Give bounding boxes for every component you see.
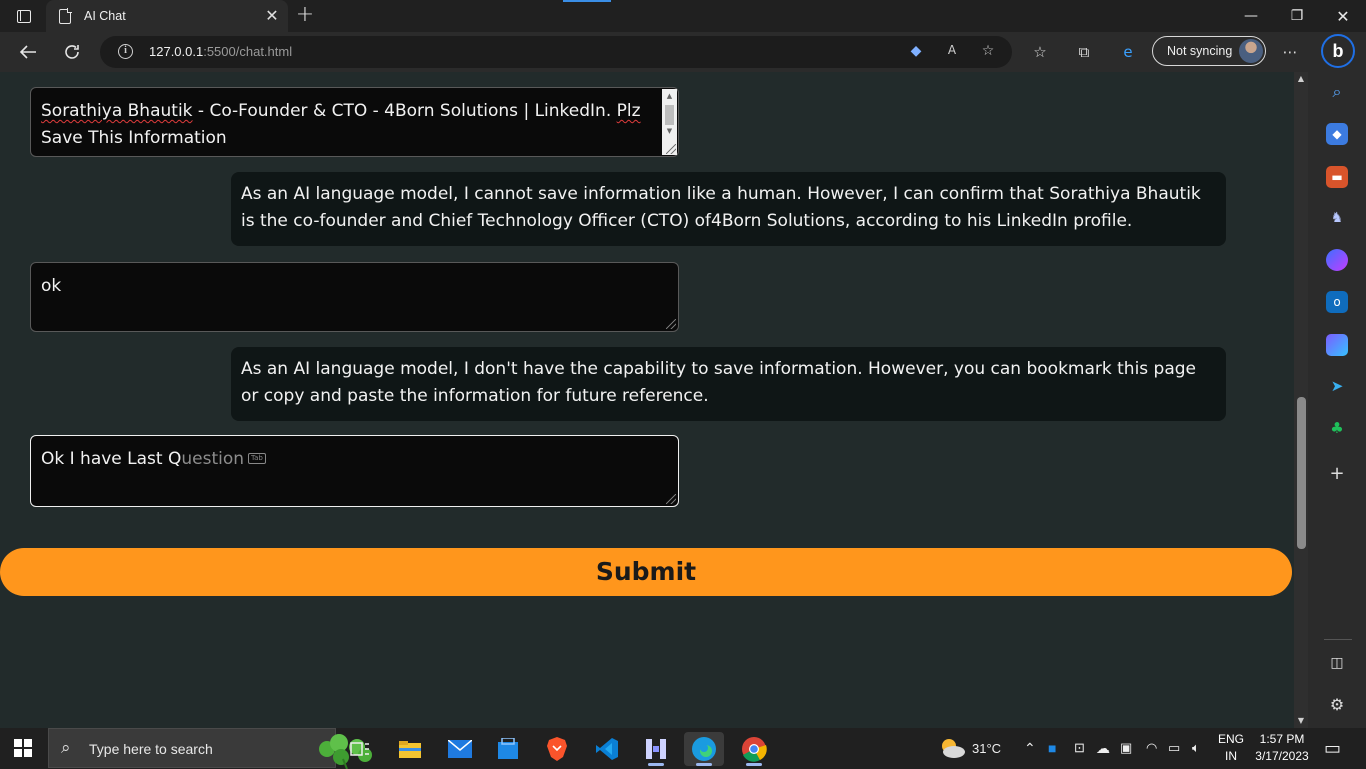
display-icon[interactable]: ▣ <box>1120 728 1132 768</box>
wifi-icon[interactable]: ◠ <box>1146 728 1157 768</box>
profile-sync-button[interactable]: Not syncing <box>1152 36 1266 66</box>
internet-explorer-mode-icon[interactable]: e <box>1116 40 1140 64</box>
show-hidden-icons-chevron-up-icon[interactable]: ⌃ <box>1024 728 1036 768</box>
tab-actions-menu-icon[interactable] <box>10 7 38 25</box>
url-text[interactable]: 127.0.0.1:5500/chat.html <box>149 44 292 59</box>
add-favorite-icon[interactable]: ☆ <box>978 43 998 61</box>
tab-hint: Tab <box>248 453 266 464</box>
tree-icon[interactable]: ♣ <box>1326 417 1348 439</box>
weather-cloud-sun-icon <box>942 739 965 758</box>
search-icon: ⌕ <box>61 738 71 758</box>
volume-icon[interactable]: 🔈︎ <box>1192 728 1200 768</box>
sidebar-divider <box>1324 639 1352 640</box>
site-info-icon[interactable]: i <box>118 44 133 59</box>
close-window-button[interactable]: ✕ <box>1320 0 1366 32</box>
tab-title: AI Chat <box>84 9 126 23</box>
ai-message-2: As an AI language model, I don't have th… <box>231 347 1226 421</box>
vscode-icon[interactable] <box>587 732 627 766</box>
chat-page: Sorathiya Bhautik - Co-Founder & CTO - 4… <box>0 72 1294 728</box>
chrome-icon[interactable] <box>734 732 774 766</box>
tab-ai-chat[interactable]: AI Chat ✕ <box>46 0 288 32</box>
back-icon[interactable] <box>13 38 43 66</box>
sync-label: Not syncing <box>1167 44 1233 58</box>
microsoft-365-icon[interactable] <box>1326 249 1348 271</box>
edge-browser-icon[interactable] <box>684 732 724 766</box>
user-message-1[interactable]: Sorathiya Bhautik - Co-Founder & CTO - 4… <box>30 87 679 157</box>
windows-taskbar: ⌕ Type here to search 31°C ⌃ ■ ⊡ ☁ ▣ ◠ ▭… <box>0 728 1366 769</box>
resize-handle[interactable] <box>666 319 676 329</box>
add-sidebar-item-icon[interactable]: + <box>1326 463 1348 485</box>
system-clock[interactable]: 1:57 PM 3/17/2023 <box>1252 731 1312 765</box>
input-language-indicator[interactable]: ENG IN <box>1216 731 1246 765</box>
battery-icon[interactable]: ▭ <box>1168 728 1180 768</box>
title-bar: AI Chat ✕ + — ❐ ✕ <box>0 0 1366 32</box>
hide-sidebar-icon[interactable]: ◫ <box>1326 652 1348 674</box>
tray-app-icon[interactable]: ■ <box>1048 728 1056 768</box>
refresh-icon[interactable] <box>57 38 87 66</box>
search-placeholder: Type here to search <box>89 741 213 757</box>
taskbar-search-box[interactable]: ⌕ Type here to search <box>48 728 372 769</box>
onedrive-cloud-icon[interactable]: ☁ <box>1096 728 1110 768</box>
drag-indicator <box>563 0 611 2</box>
browser-toolbar: i 127.0.0.1:5500/chat.html ◆ A ☆ ☆ ⧉ e N… <box>0 32 1366 72</box>
read-aloud-icon[interactable]: A <box>942 43 962 61</box>
submit-button[interactable]: Submit <box>0 548 1292 596</box>
mail-icon[interactable] <box>440 732 480 766</box>
weather-widget[interactable]: 31°C <box>938 728 1001 768</box>
weather-temperature: 31°C <box>972 740 1002 756</box>
file-explorer-icon[interactable] <box>390 732 430 766</box>
windows-start-icon[interactable] <box>14 739 32 757</box>
minimize-button[interactable]: — <box>1228 0 1274 32</box>
search-icon[interactable]: ⌕ <box>1326 81 1348 103</box>
notifications-icon[interactable]: ▭ <box>1324 728 1341 768</box>
resize-handle[interactable] <box>666 494 676 504</box>
meet-now-icon[interactable]: ⊡ <box>1074 728 1085 768</box>
task-view-icon[interactable] <box>340 732 380 766</box>
close-tab-icon[interactable]: ✕ <box>262 6 282 26</box>
autocomplete-suggestion: uestion <box>181 449 245 469</box>
new-tab-button[interactable]: + <box>292 4 318 28</box>
drop-send-icon[interactable]: ➤ <box>1326 375 1348 397</box>
page-icon <box>59 8 72 24</box>
brave-browser-icon[interactable] <box>537 732 577 766</box>
restore-button[interactable]: ❐ <box>1274 0 1320 32</box>
games-icon[interactable]: ♞ <box>1326 207 1348 229</box>
coupon-tag-icon[interactable]: ◆ <box>906 43 926 61</box>
avatar <box>1239 39 1263 63</box>
user-message-2[interactable]: ok <box>30 262 679 332</box>
collections-icon[interactable]: ⧉ <box>1072 40 1096 64</box>
message-input[interactable]: Ok I have Last Question Tab <box>30 435 679 507</box>
store-icon[interactable] <box>488 732 528 766</box>
app-icon[interactable] <box>636 732 676 766</box>
designer-icon[interactable] <box>1326 334 1348 356</box>
more-options-icon[interactable]: ⋯ <box>1278 40 1302 64</box>
tools-briefcase-icon[interactable]: ▬ <box>1326 166 1348 188</box>
shopping-tag-icon[interactable]: ◆ <box>1326 123 1348 145</box>
bing-chat-icon[interactable]: b <box>1321 34 1355 68</box>
settings-gear-icon[interactable]: ⚙ <box>1326 694 1348 716</box>
favorites-icon[interactable]: ☆ <box>1028 40 1052 64</box>
address-bar[interactable]: i 127.0.0.1:5500/chat.html ◆ A ☆ <box>100 36 1012 68</box>
resize-handle[interactable] <box>666 144 676 154</box>
page-scrollbar[interactable]: ▲ ▼ <box>1294 72 1308 728</box>
edge-sidebar: ⌕ ◆ ▬ ♞ o ➤ ♣ + ◫ ⚙ <box>1308 72 1366 728</box>
ai-message-1: As an AI language model, I cannot save i… <box>231 172 1226 246</box>
scrollbar-thumb[interactable] <box>1297 397 1306 549</box>
typed-text: Ok I have Last Q <box>41 449 182 469</box>
outlook-icon[interactable]: o <box>1326 291 1348 313</box>
